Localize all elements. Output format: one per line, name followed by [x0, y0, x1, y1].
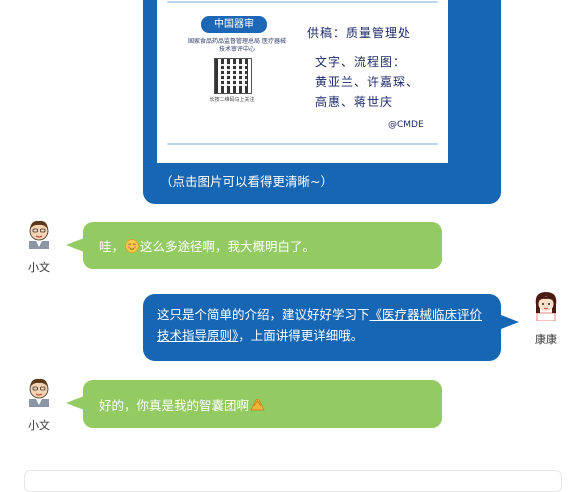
bubble-tail [66, 396, 84, 410]
bubble-tail [66, 238, 84, 252]
credit-line: 黄亚兰、许嘉琛、 [315, 75, 420, 89]
next-content-card [24, 470, 562, 492]
avatar-xiaowen-icon [29, 378, 49, 407]
sender-name: 小文 [28, 419, 50, 432]
avatar-xiaowen-icon [29, 220, 49, 249]
cmde-logo: 中国器审 [201, 16, 267, 33]
message-text: ，上面讲得更详细哦。 [238, 328, 364, 343]
message-text: 这只是个简单的介绍，建议好好学习下 [157, 307, 370, 322]
image-caption: （点击图片可以看得更清晰~） [160, 174, 333, 189]
applause-emoji-icon [250, 398, 265, 410]
message-bubble-xiaowen: 哇， 这么多途径啊，我大概明白了。 [83, 222, 442, 269]
flowchart-image[interactable]: 中国器审 国家食品药品监督管理总局 医疗器械技术审评中心 长按二维码马上关注 供… [157, 0, 448, 163]
sender-name: 康康 [535, 333, 557, 346]
message-text: 好的，你真是我的智囊团啊 [99, 397, 250, 413]
bubble-tail [501, 315, 519, 329]
message-text: 这么多途径啊，我大概明白了。 [140, 239, 316, 254]
smiling-face-emoji-icon [125, 238, 139, 253]
author-credits: 文字、流程图： 黄亚兰、许嘉琛、 高惠、蒋世庆 [315, 52, 419, 112]
qr-caption: 长按二维码马上关注 [209, 97, 255, 103]
supplier-credit: 供稿：质量管理处 [307, 26, 412, 40]
image-border-line [167, 1, 438, 3]
message-bubble-kangkang: 这只是个简单的介绍，建议好好学习下《医疗器械临床评价技术指导原则》，上面讲得更详… [143, 294, 501, 361]
sender-name: 小文 [28, 261, 50, 274]
qr-code-icon [214, 58, 252, 94]
avatar-kangkang-icon [535, 292, 557, 321]
credit-line: 文字、流程图： [315, 55, 407, 69]
message-bubble-xiaowen: 好的，你真是我的智囊团啊 [83, 380, 442, 428]
image-border-line [167, 143, 438, 145]
credit-line: 高惠、蒋世庆 [315, 95, 394, 109]
message-text: 哇， [99, 239, 125, 254]
org-name: 国家食品药品监督管理总局 医疗器械技术审评中心 [188, 38, 286, 53]
cmde-watermark: @CMDE [388, 120, 424, 130]
